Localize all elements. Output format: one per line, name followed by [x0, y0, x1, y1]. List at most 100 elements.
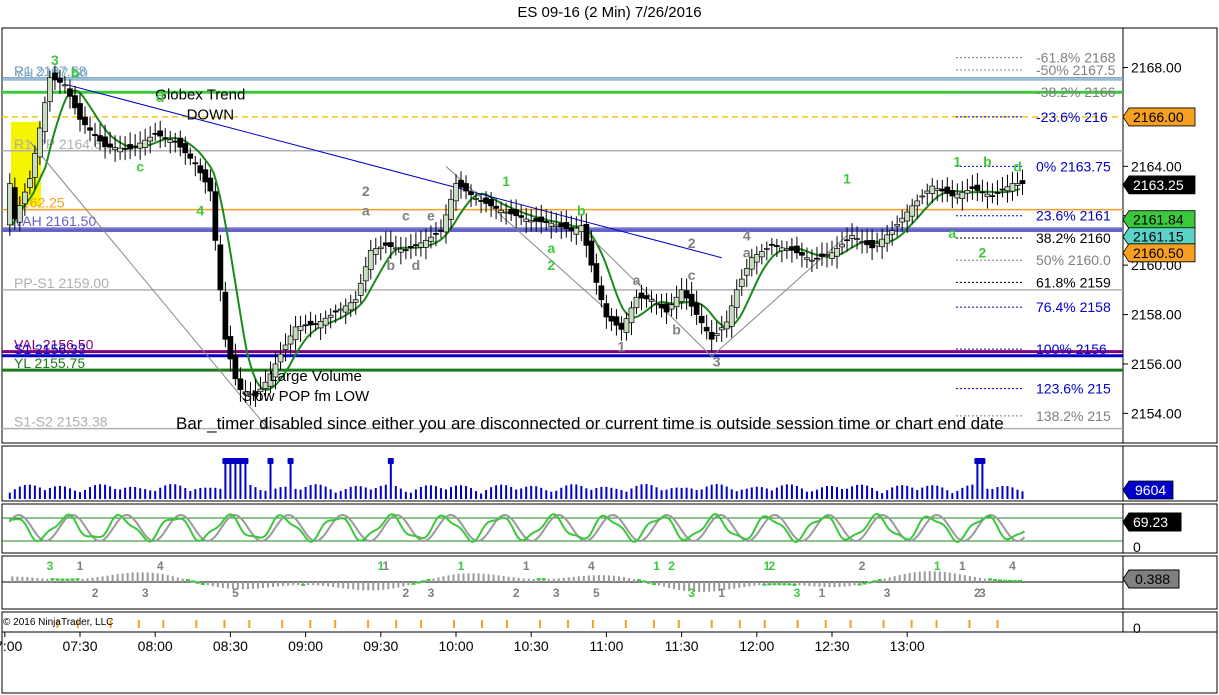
candle-body [899, 217, 906, 223]
candle-body [774, 245, 780, 247]
candle-body [167, 139, 174, 143]
candle-body [989, 195, 996, 197]
x-tick-label: 12:00 [739, 638, 774, 654]
event-tick [968, 620, 971, 628]
volume-spike-marker [267, 458, 274, 464]
x-tick-label: 07:30 [62, 638, 97, 654]
candle-body [693, 302, 700, 315]
candle-body [964, 190, 971, 194]
candle-body [518, 215, 525, 218]
candle-body [523, 218, 530, 222]
candle-body [37, 127, 43, 158]
candle-body [959, 191, 966, 199]
candle-body [372, 248, 379, 255]
wave-label: c [402, 208, 410, 224]
candle-body [227, 336, 234, 360]
candle-body [317, 320, 324, 329]
event-tick [677, 620, 680, 628]
candle-body [172, 140, 179, 143]
candle-body [789, 246, 795, 251]
candle-body [222, 291, 229, 340]
wave-label: d [1013, 158, 1022, 174]
candle-body [658, 303, 665, 309]
fib-label: 100% 2156 [1036, 341, 1107, 357]
momentum-wave-count: 3 [688, 586, 695, 600]
price-panel[interactable]: R1 2167.58YH 2167.50R1-PP 2164.632162.25… [2, 50, 1196, 432]
candle-body [77, 103, 83, 120]
events-panel[interactable]: 0 [56, 620, 1141, 636]
fib-label: -38.2% 2166 [1036, 84, 1116, 100]
candle-body [909, 205, 916, 217]
candle-body [854, 238, 860, 240]
price-tag-label: 2166.00 [1133, 109, 1184, 125]
level-label: YL 2155.75 [14, 355, 85, 371]
fib-label: 61.8% 2159 [1036, 274, 1111, 290]
wave-label: b [983, 153, 992, 169]
candle-body [728, 305, 735, 327]
x-tick-label: 08:00 [138, 638, 173, 654]
candle-body [217, 244, 224, 291]
candle-body [448, 198, 454, 220]
candle-body [869, 239, 875, 249]
volume-panel[interactable]: 9604 [8, 458, 1174, 500]
momentum-wave-count: 1 [653, 559, 660, 573]
chart-annotation: Large Volume [269, 368, 362, 385]
candle-body [197, 165, 204, 174]
candle-body [297, 325, 304, 331]
x-tick-label: 09:00 [288, 638, 323, 654]
candle-body [292, 326, 299, 341]
x-tick-label: 13:00 [890, 638, 925, 654]
candle-body [954, 193, 961, 199]
event-tick [882, 620, 885, 628]
wave-label: 2 [688, 235, 696, 251]
x-tick-label: 11:00 [589, 638, 623, 654]
wave-label: b [577, 203, 586, 219]
candle-body [52, 72, 58, 81]
candle-body [799, 252, 805, 256]
event-tick [566, 620, 569, 628]
candle-body [428, 236, 434, 242]
candle-body [287, 335, 294, 345]
event-tick [223, 620, 226, 628]
candle-body [758, 251, 765, 258]
candle-body [32, 153, 38, 178]
candle-body [528, 220, 535, 223]
candle-body [593, 263, 600, 283]
candle-body [377, 246, 384, 250]
candle-body [438, 229, 444, 232]
candle-body [102, 136, 108, 147]
candle-body [362, 266, 369, 282]
stochastics-panel[interactable]: 69.23 0 [2, 512, 1182, 555]
momentum-wave-count: 1 [382, 559, 389, 573]
momentum-wave-count: 3 [47, 559, 54, 573]
candle-body [187, 153, 194, 159]
candle-body [57, 77, 63, 83]
event-tick [281, 620, 284, 628]
candle-body [418, 242, 424, 248]
candle-body [382, 242, 389, 246]
chart-canvas[interactable]: R1 2167.58YH 2167.50R1-PP 2164.632162.25… [0, 0, 1219, 695]
wave-label: d [412, 257, 421, 273]
candle-body [723, 321, 730, 330]
candle-body [182, 143, 189, 154]
candle-body [703, 326, 710, 332]
candle-body [503, 211, 509, 214]
momentum-wave-count: 1 [523, 559, 530, 573]
momentum-wave-count: 4 [1009, 559, 1016, 573]
wave-label: 1 [843, 171, 851, 187]
momentum-panel[interactable]: 32134512131213451321132123121340.388 [2, 559, 1180, 600]
x-tick-label: 07:00 [0, 638, 23, 654]
candle-body [949, 190, 956, 197]
bar-timer-message: Bar _timer disabled since either you are… [176, 414, 1004, 433]
momentum-wave-count: 4 [157, 559, 164, 573]
level-label: PP-S1 2159.00 [14, 275, 109, 291]
candle-body [763, 248, 770, 250]
wave-label: c [688, 267, 696, 283]
wave-label: 3 [713, 353, 721, 369]
candle-body [327, 314, 334, 318]
candle-body [568, 227, 575, 231]
candle-body [558, 222, 565, 228]
candle-body [357, 282, 364, 296]
candle-body [453, 183, 459, 202]
stoch-zero-label: 0 [1133, 539, 1141, 555]
